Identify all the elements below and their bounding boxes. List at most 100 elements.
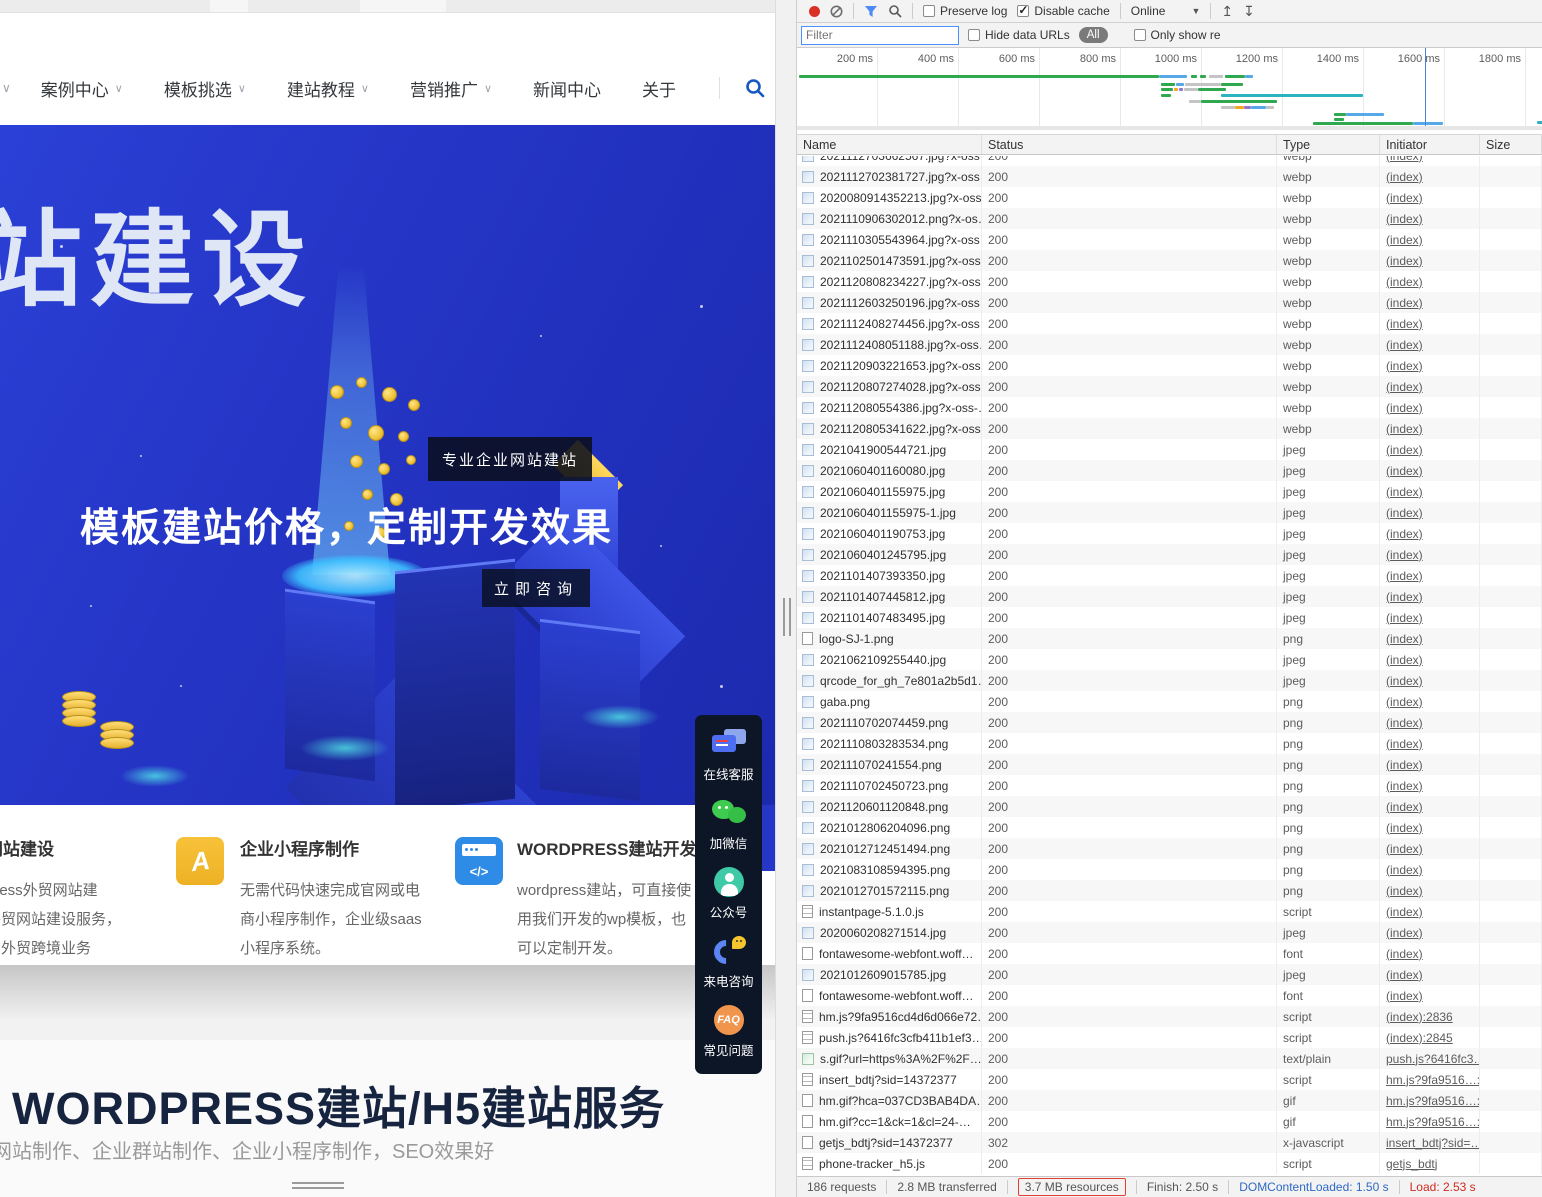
- filter-input[interactable]: [801, 26, 959, 45]
- scroll-handle[interactable]: [292, 1182, 344, 1192]
- initiator-link[interactable]: (index): [1386, 821, 1423, 835]
- network-overview-timeline[interactable]: 200 ms400 ms600 ms800 ms1000 ms1200 ms14…: [797, 48, 1542, 130]
- initiator-link[interactable]: (index): [1386, 527, 1423, 541]
- initiator-link[interactable]: (index): [1386, 191, 1423, 205]
- initiator-link[interactable]: (index): [1386, 926, 1423, 940]
- initiator-link[interactable]: (index): [1386, 632, 1423, 646]
- table-row[interactable]: fontawesome-webfont.woff…200font(index): [797, 985, 1542, 1006]
- initiator-link[interactable]: (index): [1386, 695, 1423, 709]
- filter-toggle-button[interactable]: [864, 5, 878, 18]
- import-har-button[interactable]: ↥: [1221, 3, 1233, 20]
- export-har-button[interactable]: ↧: [1243, 3, 1255, 20]
- table-row[interactable]: logo-SJ-1.png200png(index): [797, 628, 1542, 649]
- initiator-link[interactable]: (index):2845: [1386, 1031, 1453, 1045]
- table-row[interactable]: qrcode_for_gh_7e801a2b5d1…200jpeg(index): [797, 670, 1542, 691]
- filter-type-all[interactable]: All: [1079, 27, 1108, 43]
- table-row[interactable]: phone-tracker_h5.js200scriptgetjs_bdtj: [797, 1153, 1542, 1174]
- initiator-link[interactable]: (index): [1386, 464, 1423, 478]
- table-row[interactable]: hm.gif?hca=037CD3BAB4DA…200gifhm.js?9fa9…: [797, 1090, 1542, 1111]
- initiator-link[interactable]: (index): [1386, 716, 1423, 730]
- table-row[interactable]: 2021112408274456.jpg?x-oss…200webp(index…: [797, 313, 1542, 334]
- initiator-link[interactable]: getjs_bdtj: [1386, 1157, 1437, 1171]
- clear-button[interactable]: [830, 5, 843, 18]
- float-item-wechat[interactable]: 加微信: [695, 790, 762, 859]
- initiator-link[interactable]: (index): [1386, 653, 1423, 667]
- table-row[interactable]: 2021112703662567.jpg?x-oss…200webp(index…: [797, 156, 1542, 166]
- table-row[interactable]: 2021120601120848.png200png(index): [797, 796, 1542, 817]
- initiator-link[interactable]: (index): [1386, 611, 1423, 625]
- table-row[interactable]: 2021012609015785.jpg200jpeg(index): [797, 964, 1542, 985]
- initiator-link[interactable]: (index): [1386, 212, 1423, 226]
- initiator-link[interactable]: (index): [1386, 170, 1423, 184]
- column-header-size[interactable]: Size: [1480, 135, 1542, 154]
- initiator-link[interactable]: (index): [1386, 422, 1423, 436]
- devtools-splitter[interactable]: [775, 0, 797, 1197]
- record-button[interactable]: [809, 6, 820, 17]
- table-row[interactable]: 2021060401160080.jpg200jpeg(index): [797, 460, 1542, 481]
- table-row[interactable]: 2021110803283534.png200png(index): [797, 733, 1542, 754]
- nav-item-新闻中心[interactable]: 新闻中心: [533, 76, 601, 101]
- initiator-link[interactable]: (index): [1386, 254, 1423, 268]
- nav-item-关于[interactable]: 关于: [642, 76, 676, 101]
- initiator-link[interactable]: (index): [1386, 338, 1423, 352]
- table-row[interactable]: push.js?6416fc3cfb411b1ef3…200script(ind…: [797, 1027, 1542, 1048]
- initiator-link[interactable]: (index): [1386, 800, 1423, 814]
- table-row[interactable]: 2021110702450723.png200png(index): [797, 775, 1542, 796]
- table-row[interactable]: instantpage-5.1.0.js200script(index): [797, 901, 1542, 922]
- float-item-faq[interactable]: FAQ常见问题: [695, 997, 762, 1066]
- hero-cta-button[interactable]: 立即咨询: [482, 569, 590, 607]
- initiator-link[interactable]: hm.js?9fa9516…:…: [1386, 1115, 1479, 1129]
- table-row[interactable]: 2021062109255440.jpg200jpeg(index): [797, 649, 1542, 670]
- hide-data-urls-checkbox[interactable]: Hide data URLs: [968, 28, 1070, 42]
- float-item-chat[interactable]: 在线客服: [695, 721, 762, 790]
- initiator-link[interactable]: hm.js?9fa9516…:…: [1386, 1073, 1479, 1087]
- preserve-log-checkbox[interactable]: Preserve log: [923, 4, 1007, 18]
- throttling-dropdown[interactable]: Online ▼: [1131, 4, 1201, 18]
- table-row[interactable]: 2021060401190753.jpg200jpeg(index): [797, 523, 1542, 544]
- table-row[interactable]: 2021060401155975-1.jpg200jpeg(index): [797, 502, 1542, 523]
- table-row[interactable]: 202111070241554.png200png(index): [797, 754, 1542, 775]
- initiator-link[interactable]: (index): [1386, 569, 1423, 583]
- initiator-link[interactable]: (index): [1386, 905, 1423, 919]
- initiator-link[interactable]: (index): [1386, 842, 1423, 856]
- initiator-link[interactable]: push.js?6416fc3…: [1386, 1052, 1479, 1066]
- float-item-official[interactable]: 公众号: [695, 859, 762, 928]
- table-row[interactable]: 2020080914352213.jpg?x-oss…200webp(index…: [797, 187, 1542, 208]
- table-row[interactable]: 2021012806204096.png200png(index): [797, 817, 1542, 838]
- table-row[interactable]: hm.gif?cc=1&ck=1&cl=24-…200gifhm.js?9fa9…: [797, 1111, 1542, 1132]
- initiator-link[interactable]: (index): [1386, 317, 1423, 331]
- nav-item-案例中心[interactable]: 案例中心∨: [41, 76, 123, 101]
- initiator-link[interactable]: insert_bdtj?sid=…: [1386, 1136, 1479, 1150]
- table-row[interactable]: 2021083108594395.png200png(index): [797, 859, 1542, 880]
- nav-item-模板挑选[interactable]: 模板挑选∨: [164, 76, 246, 101]
- nav-item-营销推广[interactable]: 营销推广∨: [410, 76, 492, 101]
- initiator-link[interactable]: (index): [1386, 863, 1423, 877]
- feature-card[interactable]: 网站建设press外贸网站建外贸网站建设服务，启外贸跨境业务: [0, 835, 121, 963]
- table-row[interactable]: 2021110906302012.png?x-os…200webp(index): [797, 208, 1542, 229]
- initiator-link[interactable]: (index): [1386, 485, 1423, 499]
- initiator-link[interactable]: (index): [1386, 233, 1423, 247]
- table-row[interactable]: insert_bdtj?sid=14372377200scripthm.js?9…: [797, 1069, 1542, 1090]
- table-row[interactable]: 2021101407393350.jpg200jpeg(index): [797, 565, 1542, 586]
- table-row[interactable]: 2021110702074459.png200png(index): [797, 712, 1542, 733]
- table-row[interactable]: 2021041900544721.jpg200jpeg(index): [797, 439, 1542, 460]
- initiator-link[interactable]: (index): [1386, 779, 1423, 793]
- initiator-link[interactable]: (index): [1386, 275, 1423, 289]
- initiator-link[interactable]: (index): [1386, 968, 1423, 982]
- column-header-type[interactable]: Type: [1277, 135, 1380, 154]
- initiator-link[interactable]: (index): [1386, 548, 1423, 562]
- column-header-initiator[interactable]: Initiator: [1380, 135, 1480, 154]
- table-row[interactable]: 2021112408051188.jpg?x-oss…200webp(index…: [797, 334, 1542, 355]
- table-row[interactable]: 2021060401245795.jpg200jpeg(index): [797, 544, 1542, 565]
- table-row[interactable]: 2021012701572115.png200png(index): [797, 880, 1542, 901]
- table-row[interactable]: getjs_bdtj?sid=14372377302x-javascriptin…: [797, 1132, 1542, 1153]
- initiator-link[interactable]: (index): [1386, 590, 1423, 604]
- table-row[interactable]: 2020060208271514.jpg200jpeg(index): [797, 922, 1542, 943]
- table-row[interactable]: s.gif?url=https%3A%2F%2F…200text/plainpu…: [797, 1048, 1542, 1069]
- table-row[interactable]: 2021101407445812.jpg200jpeg(index): [797, 586, 1542, 607]
- search-requests-button[interactable]: [888, 4, 902, 18]
- initiator-link[interactable]: (index): [1386, 401, 1423, 415]
- column-header-name[interactable]: Name: [797, 135, 982, 154]
- only-show-checkbox[interactable]: Only show re: [1134, 28, 1221, 42]
- initiator-link[interactable]: (index): [1386, 359, 1423, 373]
